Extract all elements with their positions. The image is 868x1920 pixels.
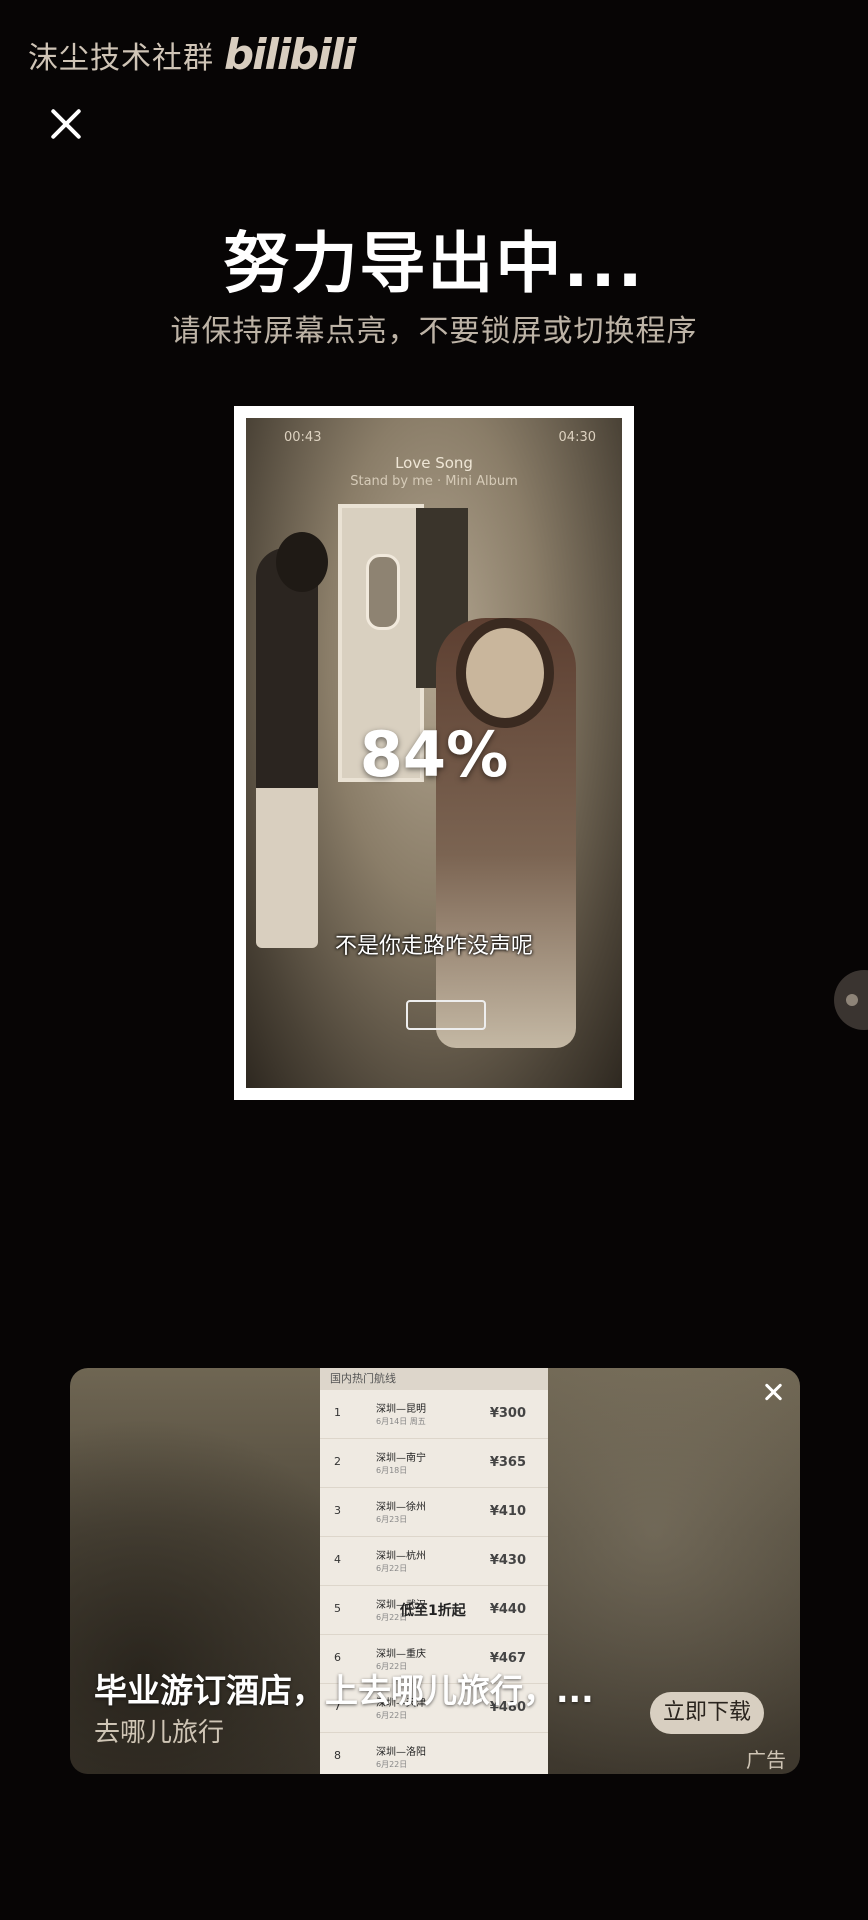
preview-time-right: 04:30 [558,430,596,445]
ad-phone-screenshot: 国内热门航线 1 深圳—昆明 6月14日 周五 ¥300 2 深圳—南宁 6月18日 ¥365… [320,1368,548,1774]
route-price: ¥365 [489,1455,526,1470]
ad-brand-name: 去哪儿旅行 [94,1718,225,1748]
route-name: 深圳—昆明 [376,1404,426,1415]
route-rank: 3 [334,1504,341,1517]
preview-time-left: 00:43 [284,430,322,445]
close-icon[interactable] [46,104,86,144]
route-name: 深圳—南宁 [376,1453,426,1464]
export-subtitle: 请保持屏幕点亮，不要锁屏或切换程序 [170,314,698,349]
video-preview: 00:43 04:30 Love Song Stand by me · Mini… [246,418,622,1088]
preview-song-title: Love Song [395,454,473,472]
side-handle-icon[interactable] [834,970,868,1030]
route-rank: 2 [334,1455,341,1468]
preview-album: Stand by me · Mini Album [350,474,518,489]
ad-list-header: 国内热门航线 [320,1368,548,1390]
download-button[interactable]: 立即下载 [650,1692,764,1734]
ad-title: 毕业游订酒店，上去哪儿旅行，... [94,1671,594,1710]
ad-label: 广告 [746,1748,786,1772]
route-date: 6月18日 [376,1466,408,1475]
route-row: 8 深圳—洛阳 6月22日 [320,1733,548,1774]
route-row: 4 深圳—杭州 6月22日 ¥430 [320,1537,548,1586]
route-date: 6月14日 周五 [376,1417,426,1426]
export-title: 努力导出中... [223,225,645,302]
person-right-head [466,628,544,718]
route-rank: 8 [334,1749,341,1762]
route-price: ¥410 [489,1504,526,1519]
route-date: 6月22日 [376,1760,408,1769]
route-name: 深圳—杭州 [376,1551,426,1562]
preview-caption: 不是你走路咋没声呢 [334,934,533,959]
route-name: 深圳—重庆 [376,1649,426,1660]
route-row: 3 深圳—徐州 6月23日 ¥410 [320,1488,548,1537]
watermark: 沫尘技术社群 bilibili [28,30,357,79]
watermark-text: 沫尘技术社群 [28,40,214,76]
route-rank: 1 [334,1406,341,1419]
route-date: 6月22日 [376,1564,408,1573]
preview-brand-logo [406,1000,486,1030]
route-name: 深圳—洛阳 [376,1747,426,1758]
route-name: 深圳—徐州 [376,1502,426,1513]
route-price: ¥440 [489,1602,526,1617]
route-price: ¥300 [489,1406,526,1421]
route-rank: 5 [334,1602,341,1615]
video-preview-frame: 00:43 04:30 Love Song Stand by me · Mini… [234,406,634,1100]
export-progress-percent: 84% [359,718,509,791]
route-date: 6月23日 [376,1515,408,1524]
route-row: 1 深圳—昆明 6月14日 周五 ¥300 [320,1390,548,1439]
ad-close-icon[interactable] [760,1378,788,1406]
bilibili-logo: bilibili [224,30,357,79]
route-rank: 4 [334,1553,341,1566]
person-left-head [276,532,328,592]
route-price: ¥430 [489,1553,526,1568]
route-rank: 6 [334,1651,341,1664]
ad-promo-text: 低至1折起 [400,1603,466,1619]
ad-card[interactable]: 国内热门航线 1 深圳—昆明 6月14日 周五 ¥300 2 深圳—南宁 6月18日 ¥365… [70,1368,800,1774]
route-row: 2 深圳—南宁 6月18日 ¥365 [320,1439,548,1488]
